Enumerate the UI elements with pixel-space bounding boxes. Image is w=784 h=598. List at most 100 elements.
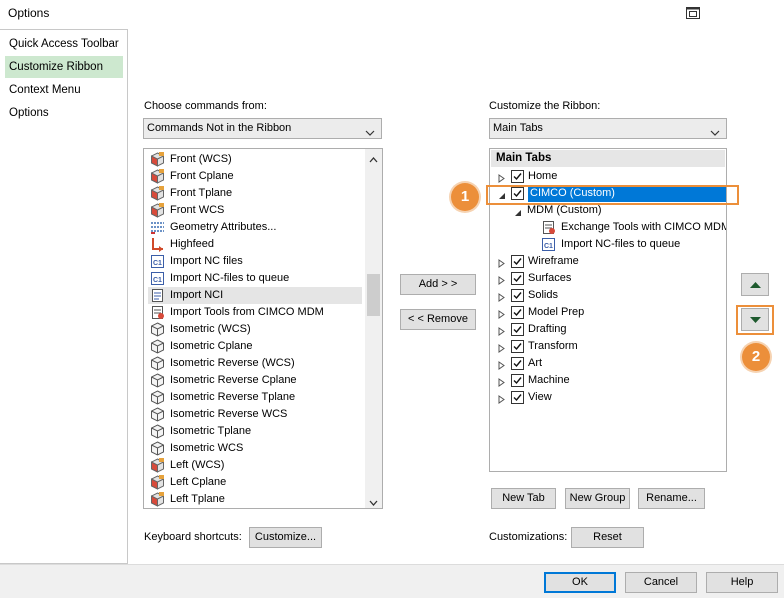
tree-checkbox[interactable] — [511, 391, 524, 404]
tree-expand-icon[interactable] — [497, 393, 506, 404]
customize-shortcuts-button[interactable]: Customize... — [249, 527, 322, 548]
tree-node-import-nc-files-to-queue[interactable]: C1 Import NC-files to queue — [490, 236, 726, 253]
restore-window-icon[interactable] — [686, 7, 700, 19]
tree-node-label: Home — [528, 170, 558, 182]
tree-node-label: Art — [528, 357, 543, 369]
command-list-item[interactable]: Front Cplane — [148, 168, 362, 185]
tree-node-machine[interactable]: Machine — [490, 372, 726, 389]
tree-expand-icon[interactable] — [497, 325, 506, 336]
tree-node-art[interactable]: Art — [490, 355, 726, 372]
sidebar-item-quick-access-toolbar[interactable]: Quick Access Toolbar — [5, 33, 123, 55]
tree-expand-icon[interactable] — [497, 257, 506, 268]
tree-header-main-tabs: Main Tabs — [491, 150, 725, 167]
tree-checkbox[interactable] — [511, 306, 524, 319]
tree-node-label: Solids — [528, 289, 558, 301]
command-list-item[interactable]: Isometric Reverse (WCS) — [148, 355, 362, 372]
command-list-item[interactable]: Front (WCS) — [148, 151, 362, 168]
tree-expand-icon[interactable] — [497, 308, 506, 319]
new-group-button[interactable]: New Group — [565, 488, 630, 509]
new-tab-button[interactable]: New Tab — [491, 488, 556, 509]
command-list-item[interactable]: Front WCS — [148, 202, 362, 219]
tree-checkbox[interactable] — [511, 323, 524, 336]
rename-button[interactable]: Rename... — [638, 488, 705, 509]
command-list-item[interactable]: Left Cplane — [148, 474, 362, 491]
command-list-item[interactable]: Isometric Tplane — [148, 423, 362, 440]
command-list-item[interactable]: Left Tplane — [148, 491, 362, 508]
tree-checkbox[interactable] — [511, 340, 524, 353]
tree-checkbox[interactable] — [511, 374, 524, 387]
command-list-item[interactable]: Import Tools from CIMCO MDM — [148, 304, 362, 321]
tree-node-label: Drafting — [528, 323, 567, 335]
ok-button[interactable]: OK — [544, 572, 616, 593]
tree-node-solids[interactable]: Solids — [490, 287, 726, 304]
tree-checkbox[interactable] — [511, 289, 524, 302]
tree-checkbox[interactable] — [511, 357, 524, 370]
move-up-button[interactable] — [741, 273, 769, 296]
cube-red-icon — [150, 475, 165, 490]
help-button[interactable]: Help — [706, 572, 778, 593]
window-title: Options — [8, 6, 50, 20]
command-list-item[interactable]: Front Tplane — [148, 185, 362, 202]
command-list-item[interactable]: Left (WCS) — [148, 457, 362, 474]
command-list-item[interactable]: C1 Import NC files — [148, 253, 362, 270]
callout-badge-2: 2 — [742, 343, 770, 371]
tree-expand-icon[interactable] — [497, 359, 506, 370]
sidebar-item-options[interactable]: Options — [5, 102, 123, 124]
tree-node-model-prep[interactable]: Model Prep — [490, 304, 726, 321]
command-label: Geometry Attributes... — [170, 221, 277, 233]
command-list-item[interactable]: Isometric (WCS) — [148, 321, 362, 338]
commands-scrollbar[interactable] — [365, 149, 382, 508]
sidebar-item-context-menu[interactable]: Context Menu — [5, 79, 123, 101]
command-label: Import NC files — [170, 255, 243, 267]
tree-expand-icon[interactable] — [497, 172, 506, 183]
command-list-item[interactable]: Geometry Attributes... — [148, 219, 362, 236]
command-list-item[interactable]: Highfeed — [148, 236, 362, 253]
cube-gray-icon — [150, 441, 165, 456]
command-list-item[interactable]: Isometric WCS — [148, 440, 362, 457]
choose-commands-combo[interactable]: Commands Not in the Ribbon — [143, 118, 382, 139]
command-list-item[interactable]: Isometric Reverse Tplane — [148, 389, 362, 406]
tree-node-view[interactable]: View — [490, 389, 726, 406]
command-label: Isometric WCS — [170, 442, 244, 454]
scroll-down-icon[interactable] — [369, 497, 378, 508]
tree-node-exchange-tools-with-cimco-mdm[interactable]: Exchange Tools with CIMCO MDM — [490, 219, 726, 236]
tree-node-label: Machine — [528, 374, 570, 386]
customize-ribbon-combo[interactable]: Main Tabs — [489, 118, 727, 139]
tree-node-home[interactable]: Home — [490, 168, 726, 185]
cube-gray-icon — [150, 339, 165, 354]
command-list-item[interactable]: Import NCI — [148, 287, 362, 304]
scroll-up-icon[interactable] — [369, 154, 378, 166]
tree-collapse-icon[interactable] — [513, 206, 522, 216]
tree-node-wireframe[interactable]: Wireframe — [490, 253, 726, 270]
cancel-button[interactable]: Cancel — [625, 572, 697, 593]
command-list-item[interactable]: Isometric Reverse WCS — [148, 406, 362, 423]
add-button[interactable]: Add > > — [400, 274, 476, 295]
cube-gray-icon — [150, 407, 165, 422]
command-list-item[interactable]: C1 Import NC-files to queue — [148, 270, 362, 287]
tree-expand-icon[interactable] — [497, 274, 506, 285]
choose-commands-label: Choose commands from: — [144, 100, 267, 112]
tree-checkbox[interactable] — [511, 170, 524, 183]
command-list-item[interactable]: Isometric Cplane — [148, 338, 362, 355]
chevron-down-icon — [365, 125, 375, 144]
move-down-button[interactable] — [741, 308, 769, 331]
cube-gray-icon — [150, 390, 165, 405]
svg-text:C1: C1 — [153, 260, 162, 267]
tree-expand-icon[interactable] — [497, 342, 506, 353]
tree-node-drafting[interactable]: Drafting — [490, 321, 726, 338]
command-list-item[interactable]: Isometric Reverse Cplane — [148, 372, 362, 389]
tree-expand-icon[interactable] — [497, 291, 506, 302]
command-label: Isometric Reverse WCS — [170, 408, 288, 420]
reset-button[interactable]: Reset — [571, 527, 644, 548]
remove-button[interactable]: < < Remove — [400, 309, 476, 330]
cube-red-icon — [150, 203, 165, 218]
sidebar-item-customize-ribbon[interactable]: Customize Ribbon — [5, 56, 123, 78]
tree-checkbox[interactable] — [511, 272, 524, 285]
scroll-thumb[interactable] — [367, 274, 380, 316]
tree-node-surfaces[interactable]: Surfaces — [490, 270, 726, 287]
commands-list[interactable]: Left Tplane Left Cplane Left (WCS) Isometri… — [143, 148, 383, 509]
tree-expand-icon[interactable] — [497, 376, 506, 387]
tree-node-transform[interactable]: Transform — [490, 338, 726, 355]
tree-checkbox[interactable] — [511, 255, 524, 268]
customizations-label: Customizations: — [489, 531, 568, 543]
